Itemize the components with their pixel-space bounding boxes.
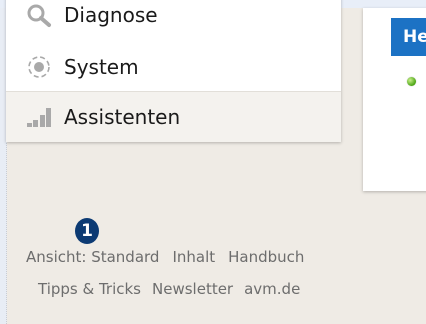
menu-item-diagnose[interactable]: Diagnose [6,0,341,40]
panel-header: He [391,18,426,56]
footer-links-row-1: Ansicht: Standard Inhalt Handbuch [26,248,426,266]
menu-item-system[interactable]: System [6,42,341,92]
view-standard-link[interactable]: Ansicht: Standard [26,248,159,266]
manual-link[interactable]: Handbuch [228,248,304,266]
content-link[interactable]: Inhalt [172,248,215,266]
content-panel: He [363,8,426,191]
menu-item-label: Assistenten [64,105,181,129]
system-icon [19,52,59,82]
assistenten-icon [19,102,59,132]
newsletter-link[interactable]: Newsletter [152,280,233,298]
menu-item-label: System [64,55,139,79]
fritzbox-ui: Diagnose System Assistenten He 1 Ansicht… [0,0,426,324]
menu-item-assistenten[interactable]: Assistenten [6,91,341,142]
diagnose-icon [19,0,59,30]
avm-link[interactable]: avm.de [244,280,300,298]
menu-item-label: Diagnose [64,3,158,27]
status-indicator-icon [407,77,416,86]
tips-tricks-link[interactable]: Tipps & Tricks [38,280,141,298]
annotation-marker: 1 [75,218,99,244]
main-menu: Diagnose System Assistenten [6,0,341,142]
footer-links-row-2: Tipps & Tricks Newsletter avm.de [38,280,426,298]
